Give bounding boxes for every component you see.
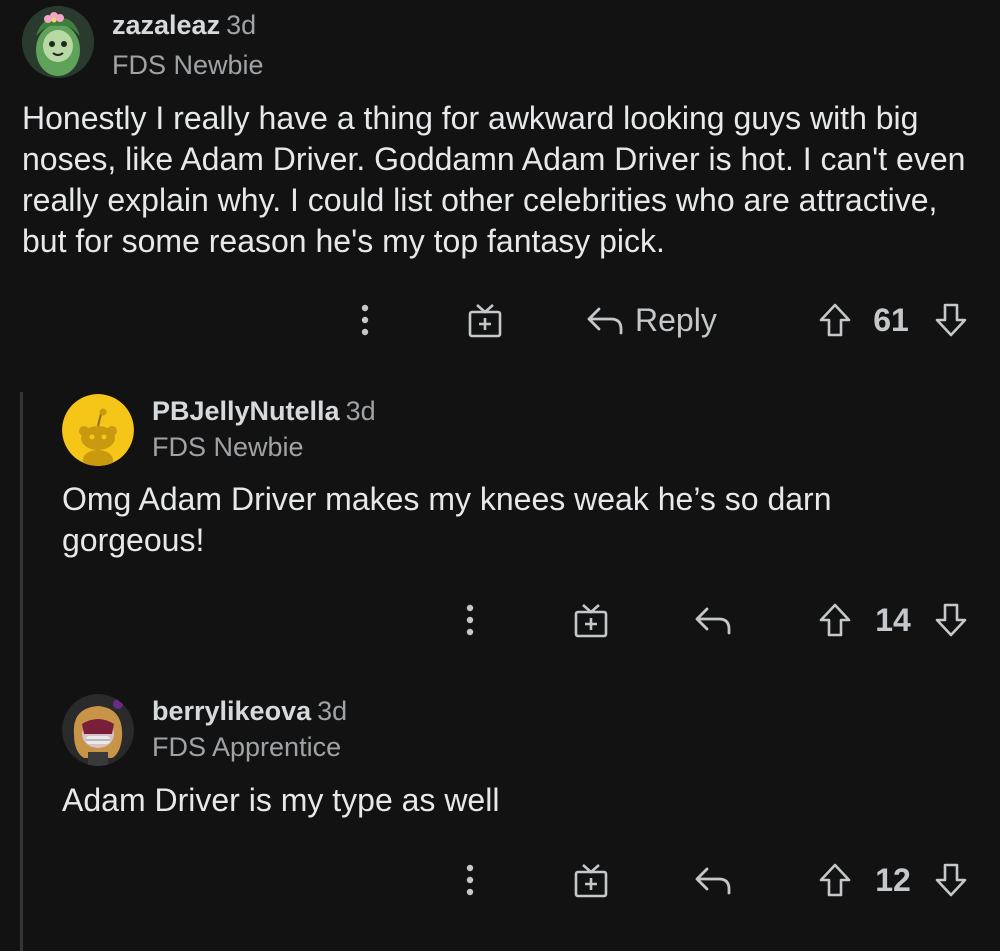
downvote-button[interactable] [928,296,974,344]
score-value: 61 [873,301,909,338]
downvote-arrow-icon [935,863,967,897]
award-button[interactable] [571,596,611,644]
gift-icon [574,864,608,898]
gift-icon [574,604,608,638]
vote-score: 12 [864,856,922,904]
comment-age: 3d [345,396,376,426]
score-value: 12 [875,861,911,898]
more-vertical-icon [466,864,474,896]
comment-body: Omg Adam Driver makes my knees weak he’s… [62,481,832,558]
downvote-arrow-icon [935,603,967,637]
avatar[interactable] [62,694,134,766]
score-value: 14 [875,601,911,638]
reply-arrow-icon [695,607,731,635]
avatar[interactable] [22,6,94,78]
more-options-button[interactable] [455,856,485,904]
vote-score: 61 [862,296,920,344]
comment-age: 3d [226,10,257,40]
reply-button[interactable] [690,596,736,644]
more-vertical-icon [466,604,474,636]
comment-body: Adam Driver is my type as well [62,782,500,818]
comment-berrylikeova: berrylikeova 3d FDS Apprentice Adam Drive… [0,680,1000,951]
upvote-button[interactable] [812,856,858,904]
gift-icon [468,304,502,338]
username[interactable]: PBJellyNutella [152,396,340,426]
more-options-button[interactable] [350,296,380,344]
comment-body: Honestly I really have a thing for awkwa… [22,100,966,259]
green-character-avatar-icon [22,6,94,78]
comment-pbjellynutella: PBJellyNutella 3d FDS Newbie Omg Adam Dri… [0,380,1000,670]
more-vertical-icon [361,304,369,336]
user-flair: FDS Newbie [112,50,264,80]
avatar[interactable] [62,394,134,466]
username[interactable]: zazaleaz [112,10,220,40]
award-button[interactable] [571,856,611,904]
username[interactable]: berrylikeova [152,696,311,726]
downvote-button[interactable] [928,596,974,644]
reply-button[interactable] [690,856,736,904]
award-button[interactable] [465,296,505,344]
default-snoo-avatar-icon [62,394,134,466]
upvote-arrow-icon [819,303,851,337]
upvote-button[interactable] [812,296,858,344]
comment-zazaleaz: zazaleaz 3d FDS Newbie Honestly I really … [0,0,1000,370]
reply-arrow-icon [695,867,731,895]
upvote-arrow-icon [819,603,851,637]
upvote-arrow-icon [819,863,851,897]
reply-arrow-icon [587,307,623,335]
downvote-button[interactable] [928,856,974,904]
user-flair: FDS Newbie [152,432,304,462]
vote-score: 14 [864,596,922,644]
reply-label: Reply [635,301,717,338]
user-flair: FDS Apprentice [152,732,342,762]
reply-button[interactable]: Reply [585,296,745,344]
comment-age: 3d [317,696,348,726]
custom-character-avatar-icon [62,694,134,766]
upvote-button[interactable] [812,596,858,644]
more-options-button[interactable] [455,596,485,644]
downvote-arrow-icon [935,303,967,337]
